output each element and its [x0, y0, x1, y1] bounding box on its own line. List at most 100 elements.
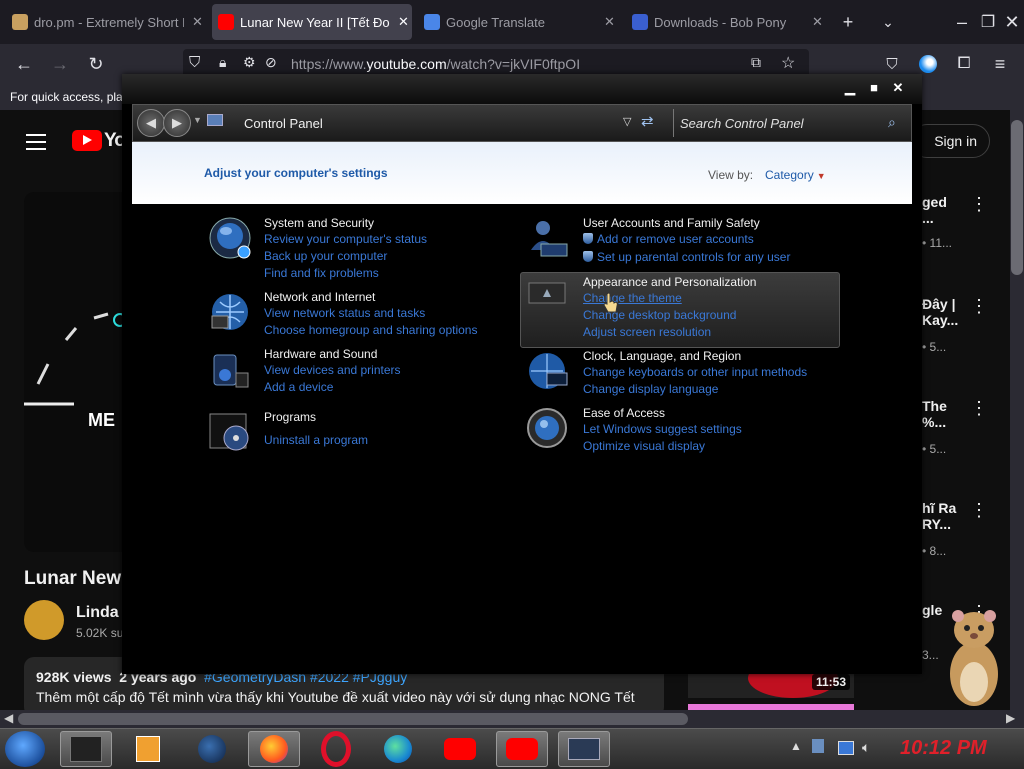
- network-icon: [211, 294, 248, 330]
- link-add-device[interactable]: Add a device: [264, 380, 333, 394]
- tab-dro-pm[interactable]: dro.pm - Extremely Short L ✕: [6, 4, 206, 40]
- scroll-left-arrow-icon[interactable]: ◀: [4, 711, 13, 725]
- volume-icon[interactable]: 🔈︎: [862, 739, 870, 756]
- picture-in-picture-icon[interactable]: ⧉: [751, 54, 761, 71]
- link-devices-printers[interactable]: View devices and printers: [264, 363, 401, 377]
- start-orb-icon[interactable]: [5, 731, 45, 767]
- category-title[interactable]: Appearance and Personalization: [583, 275, 756, 289]
- category-title[interactable]: Programs: [264, 410, 316, 424]
- more-actions-icon[interactable]: ⋮: [970, 296, 988, 317]
- appearance-icon: [528, 282, 566, 304]
- channel-name[interactable]: Linda: [76, 604, 119, 622]
- more-actions-icon[interactable]: ⋮: [970, 500, 988, 521]
- horizontal-scrollbar[interactable]: ◀ ▶: [0, 710, 1024, 728]
- bob-pony-favicon-icon: [632, 14, 648, 30]
- recommendation-item[interactable]: The %... • 5...: [922, 398, 947, 456]
- scrollbar-thumb[interactable]: [18, 713, 688, 725]
- video-player[interactable]: ME: [24, 192, 134, 552]
- globe-icon[interactable]: [186, 731, 238, 767]
- maximize-button[interactable]: ■: [864, 80, 884, 98]
- control-panel-icon[interactable]: [558, 731, 610, 767]
- window-title-bar[interactable]: ▁ ■ ✕: [122, 74, 922, 104]
- link-add-remove-users[interactable]: Add or remove user accounts: [583, 232, 754, 246]
- link-suggest-settings[interactable]: Let Windows suggest settings: [583, 422, 742, 436]
- bookmark-star-icon[interactable]: ☆: [781, 53, 795, 73]
- youtube-icon[interactable]: [496, 731, 548, 767]
- firefox-icon[interactable]: [248, 731, 300, 767]
- close-tab-icon[interactable]: ✕: [192, 14, 203, 30]
- youtube-logo-icon[interactable]: [72, 130, 102, 151]
- category-title[interactable]: Hardware and Sound: [264, 347, 377, 361]
- close-tab-icon[interactable]: ✕: [398, 14, 409, 30]
- back-button[interactable]: ←: [10, 50, 38, 78]
- link-keyboards[interactable]: Change keyboards or other input methods: [583, 365, 807, 379]
- autoplay-blocked-icon[interactable]: ⊘: [265, 54, 277, 71]
- hamburger-menu-icon[interactable]: [26, 134, 46, 150]
- address-path[interactable]: Control Panel: [244, 116, 323, 131]
- scrollbar-thumb[interactable]: [1011, 120, 1023, 275]
- close-tab-icon[interactable]: ✕: [812, 14, 823, 30]
- reload-button[interactable]: ↻: [82, 50, 110, 78]
- taskbar-clock[interactable]: 10:12 PM: [900, 737, 987, 760]
- show-hidden-icons-icon[interactable]: ▲: [790, 739, 802, 753]
- recommendation-item[interactable]: ged ... • 11...: [922, 194, 952, 250]
- link-network-status[interactable]: View network status and tasks: [264, 306, 425, 320]
- action-center-icon[interactable]: [812, 739, 824, 753]
- windows-explorer-icon[interactable]: [60, 731, 112, 767]
- url-text[interactable]: https://www.youtube.com/watch?v=jkVIF0ft…: [291, 56, 580, 72]
- tab-google-translate[interactable]: Google Translate ✕: [418, 4, 618, 40]
- link-backup[interactable]: Back up your computer: [264, 249, 387, 263]
- forward-button[interactable]: ▶: [163, 109, 191, 137]
- search-icon[interactable]: ⌕: [888, 114, 896, 131]
- scroll-right-arrow-icon[interactable]: ▶: [1006, 711, 1015, 725]
- category-title[interactable]: System and Security: [264, 216, 374, 230]
- close-tab-icon[interactable]: ✕: [604, 14, 615, 30]
- address-dropdown-icon[interactable]: ▽: [623, 115, 631, 128]
- link-uninstall[interactable]: Uninstall a program: [264, 433, 368, 447]
- tab-downloads[interactable]: Downloads - Bob Pony ✕: [626, 4, 826, 40]
- close-button[interactable]: ✕: [888, 80, 908, 98]
- close-window-button[interactable]: ✕: [998, 8, 1024, 36]
- link-display-language[interactable]: Change display language: [583, 382, 718, 396]
- extensions-icon[interactable]: ⧠: [950, 50, 978, 78]
- link-screen-resolution[interactable]: Adjust screen resolution: [583, 325, 711, 339]
- recommendation-item[interactable]: Đây | Kay... • 5...: [922, 296, 958, 354]
- minimize-button[interactable]: –: [948, 8, 976, 36]
- category-title[interactable]: Ease of Access: [583, 406, 665, 420]
- forward-button[interactable]: →: [46, 50, 74, 78]
- list-all-tabs-button[interactable]: ⌄: [874, 8, 902, 36]
- recent-pages-icon[interactable]: ▼: [193, 115, 202, 125]
- network-tray-icon[interactable]: [838, 741, 854, 755]
- new-tab-button[interactable]: +: [834, 8, 862, 36]
- more-actions-icon[interactable]: ⋮: [970, 398, 988, 419]
- tracking-protection-icon[interactable]: ⛉: [189, 54, 200, 71]
- category-title[interactable]: User Accounts and Family Safety: [583, 216, 760, 230]
- media-player-icon[interactable]: [122, 731, 174, 767]
- view-by-dropdown[interactable]: Category ▼: [765, 168, 826, 182]
- menu-icon[interactable]: ≡: [986, 50, 1014, 78]
- search-input[interactable]: Search Control Panel ⌕: [673, 109, 910, 137]
- tab-youtube[interactable]: Lunar New Year II [Tết Đon ✕: [212, 4, 412, 40]
- link-homegroup[interactable]: Choose homegroup and sharing options: [264, 323, 477, 337]
- sign-in-button[interactable]: Sign in: [910, 124, 990, 158]
- opera-icon[interactable]: [310, 731, 362, 767]
- back-button[interactable]: ◀: [137, 109, 165, 137]
- category-title[interactable]: Clock, Language, and Region: [583, 349, 741, 363]
- permissions-icon[interactable]: ⚙: [243, 54, 256, 71]
- link-change-theme[interactable]: Change the theme: [583, 291, 682, 305]
- recommendation-item[interactable]: hĩ Ra RY... • 8...: [922, 500, 956, 558]
- channel-avatar[interactable]: [24, 600, 64, 640]
- link-optimize-display[interactable]: Optimize visual display: [583, 439, 705, 453]
- lock-icon[interactable]: 🔒︎: [219, 54, 226, 71]
- category-title[interactable]: Network and Internet: [264, 290, 375, 304]
- link-find-fix[interactable]: Find and fix problems: [264, 266, 379, 280]
- youtube-icon[interactable]: [434, 731, 486, 767]
- link-review-status[interactable]: Review your computer's status: [264, 232, 427, 246]
- refresh-icon[interactable]: ⇄: [641, 112, 654, 130]
- minimize-button[interactable]: ▁: [840, 80, 860, 98]
- edge-icon[interactable]: [372, 731, 424, 767]
- tab-title: Google Translate: [446, 14, 546, 30]
- recommendation-item[interactable]: gle 3...: [922, 602, 942, 662]
- more-actions-icon[interactable]: ⋮: [970, 194, 988, 215]
- link-parental-controls[interactable]: Set up parental controls for any user: [583, 250, 790, 264]
